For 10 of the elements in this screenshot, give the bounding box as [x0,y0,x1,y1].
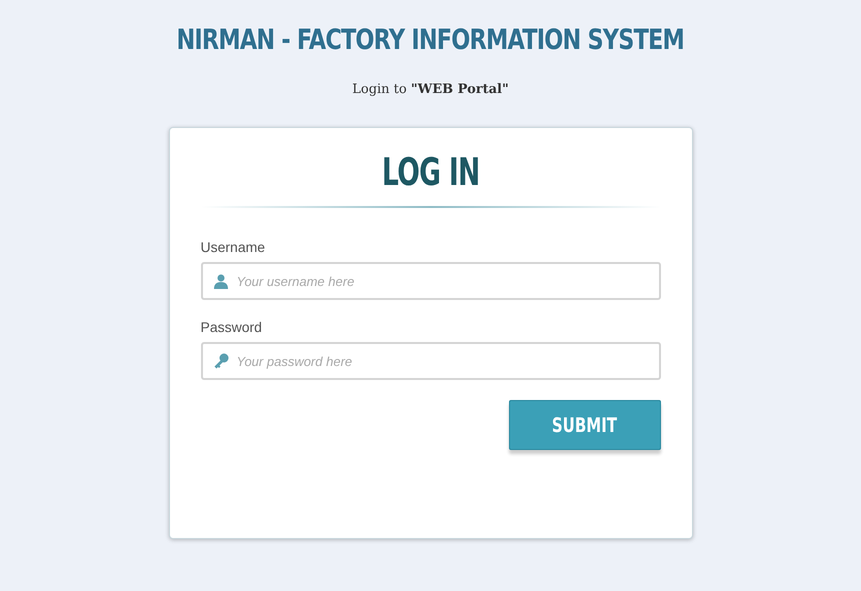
login-heading: LOG IN [382,149,480,196]
page-title: NIRMAN - FACTORY INFORMATION SYSTEM [176,22,684,58]
user-icon [212,273,228,289]
submit-button[interactable]: SUBMIT [508,400,660,450]
username-field[interactable]: Your username here [200,262,660,300]
password-field[interactable]: Your password here [200,342,660,380]
subtitle: Login to "WEB Portal" [352,81,509,99]
field-label: Password [200,318,262,337]
key-icon [212,353,228,369]
field-label: Username [200,238,266,257]
